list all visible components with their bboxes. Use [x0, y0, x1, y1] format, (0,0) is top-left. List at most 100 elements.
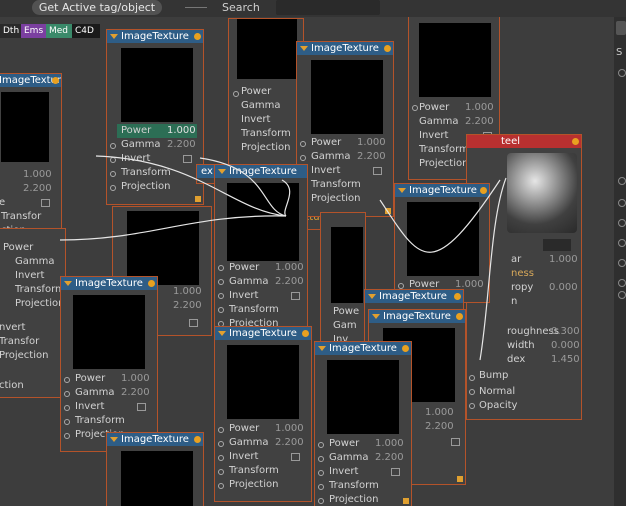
collapse-arrow-icon[interactable] — [368, 294, 376, 299]
material-value[interactable]: 0.000 — [551, 339, 580, 353]
input-port[interactable] — [318, 498, 324, 504]
input-port[interactable] — [218, 265, 224, 271]
material-node-header[interactable]: teel — [467, 135, 581, 148]
input-port[interactable] — [64, 391, 70, 397]
image-texture-node[interactable]: ImageTexture Power 1.000 Gamma 2.200 Inver… — [214, 164, 308, 334]
image-texture-node-partial[interactable]: Powe Gam Inv — [320, 212, 366, 348]
collapse-arrow-icon[interactable] — [64, 281, 72, 286]
input-port[interactable] — [218, 293, 224, 299]
power-value[interactable]: 1.000 — [121, 372, 150, 386]
resize-handle[interactable] — [457, 476, 463, 482]
material-swatch[interactable] — [543, 239, 571, 251]
power-value[interactable]: 1.000 — [375, 437, 404, 451]
gamma-value[interactable]: 2.200 — [23, 182, 52, 196]
invert-checkbox[interactable] — [137, 403, 146, 411]
search-input[interactable] — [276, 0, 380, 15]
power-value[interactable]: 1.000 — [275, 261, 304, 275]
image-texture-node[interactable]: ImageTexture Power 1.000 Gamma 2.200 Inver… — [296, 41, 394, 217]
output-port[interactable] — [480, 187, 487, 194]
output-port[interactable] — [52, 77, 59, 84]
invert-checkbox[interactable] — [373, 167, 382, 175]
output-port[interactable] — [402, 345, 409, 352]
node-header[interactable]: ImageTexture — [315, 342, 411, 355]
input-port[interactable] — [318, 456, 324, 462]
image-texture-node-partial[interactable]: Power Gamma Invert Transform Projection — [228, 18, 304, 168]
node-header[interactable]: ImageTexture — [297, 42, 393, 55]
input-port[interactable] — [64, 405, 70, 411]
input-port[interactable] — [218, 469, 224, 475]
collapse-arrow-icon[interactable] — [300, 46, 308, 51]
input-port[interactable] — [318, 484, 324, 490]
dock-radio[interactable] — [618, 219, 626, 227]
input-port[interactable] — [218, 279, 224, 285]
input-port[interactable] — [64, 377, 70, 383]
gamma-value[interactable]: 2.200 — [357, 150, 386, 164]
gamma-value[interactable]: 2.200 — [121, 386, 150, 400]
invert-checkbox[interactable] — [451, 438, 460, 446]
gamma-value[interactable]: 2.200 — [465, 115, 494, 129]
input-port[interactable] — [110, 185, 116, 191]
image-texture-node[interactable]: ImageTexture Power 1.000 Gamma 2.200 Inve… — [106, 29, 204, 205]
material-value[interactable]: 0.000 — [549, 281, 578, 295]
input-port[interactable] — [412, 105, 418, 111]
power-value[interactable]: 1.000 — [425, 406, 454, 420]
output-port[interactable] — [572, 138, 579, 145]
dock-radio[interactable] — [618, 69, 626, 77]
collapse-arrow-icon[interactable] — [218, 169, 226, 174]
resize-handle[interactable] — [195, 196, 201, 202]
resize-handle[interactable] — [385, 208, 391, 214]
dock-radio[interactable] — [618, 259, 626, 267]
output-port[interactable] — [148, 280, 155, 287]
node-header[interactable]: ImageTexture — [395, 184, 489, 197]
collapse-arrow-icon[interactable] — [318, 346, 326, 351]
dock-button[interactable] — [616, 21, 626, 35]
invert-checkbox[interactable] — [189, 319, 198, 327]
gamma-value[interactable]: 2.200 — [173, 299, 202, 313]
invert-checkbox[interactable] — [183, 155, 192, 163]
input-port[interactable] — [469, 389, 475, 395]
collapse-arrow-icon[interactable] — [110, 34, 118, 39]
power-value[interactable]: 1.000 — [465, 101, 494, 115]
node-header[interactable]: ImageTexture — [61, 277, 157, 290]
input-port[interactable] — [64, 419, 70, 425]
tag-c4d[interactable]: C4D — [72, 24, 100, 38]
input-port[interactable] — [110, 157, 116, 163]
gamma-value[interactable]: 2.200 — [275, 436, 304, 450]
input-port[interactable] — [218, 427, 224, 433]
image-texture-node[interactable]: ImageTexture — [106, 432, 204, 506]
input-port[interactable] — [469, 403, 475, 409]
invert-checkbox[interactable] — [41, 199, 50, 207]
node-header[interactable]: ImageTexture — [215, 165, 307, 178]
tag-ems[interactable]: Ems — [21, 24, 47, 38]
get-active-tag-button[interactable]: Get Active tag/object — [32, 0, 162, 15]
image-texture-node[interactable]: ImageTexture Power 1.000 Gamma 2.200 Inver… — [314, 341, 412, 506]
gamma-value[interactable]: 2.200 — [167, 138, 196, 152]
input-port[interactable] — [233, 91, 239, 97]
output-port[interactable] — [384, 45, 391, 52]
collapse-arrow-icon[interactable] — [218, 331, 226, 336]
input-port[interactable] — [318, 470, 324, 476]
input-port[interactable] — [110, 143, 116, 149]
image-texture-node-partial[interactable]: Power Gamma Invert Transform Projection … — [0, 228, 66, 398]
image-texture-node[interactable]: ImageTexture Power 1.000 — [394, 183, 490, 303]
invert-checkbox[interactable] — [291, 292, 300, 300]
image-texture-node[interactable]: ImageTexture Power 1.000 Gamma 2.200 Inver… — [60, 276, 158, 452]
input-port[interactable] — [300, 141, 306, 147]
output-port[interactable] — [454, 293, 461, 300]
input-port[interactable] — [218, 307, 224, 313]
input-port[interactable] — [64, 433, 70, 439]
power-value[interactable]: 1.000 — [275, 422, 304, 436]
tag-dth[interactable]: Dth — [0, 24, 22, 38]
tag-med[interactable]: Med — [46, 24, 73, 38]
output-port[interactable] — [194, 436, 201, 443]
power-value[interactable]: 1.000 — [173, 285, 202, 299]
input-port[interactable] — [218, 455, 224, 461]
input-port[interactable] — [318, 442, 324, 448]
image-texture-node[interactable]: ImageTexture Power 1.000 Gamma 2.200 Inver… — [214, 326, 312, 502]
node-header[interactable]: ImageTexture — [107, 433, 203, 446]
node-header[interactable]: ImageTexture — [215, 327, 311, 340]
output-port[interactable] — [302, 330, 309, 337]
node-editor-canvas[interactable]: Get Active tag/object Search Dth Ems Med… — [0, 0, 626, 506]
dock-radio[interactable] — [618, 291, 626, 299]
material-value[interactable]: 0.300 — [551, 325, 580, 339]
